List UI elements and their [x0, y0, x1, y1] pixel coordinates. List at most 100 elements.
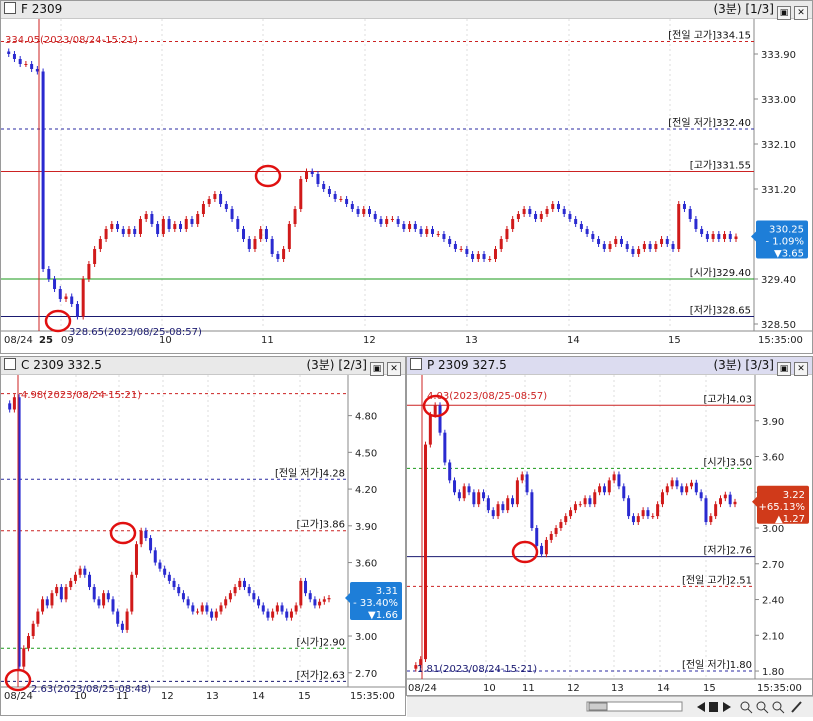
top-chart[interactable]: 333.90333.00332.10331.20330.30329.40328.… [1, 19, 812, 353]
checkbox-icon[interactable] [4, 358, 16, 370]
call-y-tick-label: 4.20 [355, 485, 377, 496]
top-highlight-circle [44, 309, 72, 333]
call-candle [8, 403, 12, 410]
call-candle [55, 587, 59, 594]
put-period: (3분) [713, 358, 742, 372]
put-candle [501, 504, 505, 511]
close-icon[interactable]: ✕ [387, 362, 401, 376]
put-ref-label: [저가]2.76 [704, 545, 752, 557]
top-candle [138, 219, 142, 234]
call-candle [50, 593, 54, 606]
top-candle [310, 171, 314, 174]
top-candle [156, 224, 160, 234]
top-candle [144, 214, 148, 219]
put-candle [467, 486, 471, 493]
call-candle [238, 580, 242, 588]
zoom-in-icon[interactable] [740, 701, 753, 714]
top-candle [333, 194, 337, 199]
top-candle [551, 204, 555, 209]
put-candle [578, 504, 582, 506]
call-y-tick-label: 3.00 [355, 632, 377, 643]
put-badge-text: 3.22 [783, 490, 805, 501]
put-candle [540, 545, 544, 555]
top-y-tick-label: 332.10 [761, 140, 796, 151]
top-candle [345, 199, 349, 204]
top-candle [219, 194, 223, 204]
top-candle [24, 64, 28, 65]
call-candle [280, 605, 284, 612]
top-badge-text: - 1.09% [765, 237, 804, 248]
put-ref-label: [전일 저가]1.80 [682, 659, 752, 671]
put-badge-text: +65.13% [758, 502, 805, 513]
top-candle [213, 194, 217, 199]
close-icon[interactable]: ✕ [794, 6, 808, 20]
put-ref-label: [전일 고가]2.51 [682, 574, 752, 586]
chart-toolbar [407, 696, 813, 717]
call-candle [196, 611, 200, 613]
call-ref-label: [고가]3.86 [297, 519, 345, 531]
top-candle [47, 269, 51, 279]
top-ref-label: [시가]329.40 [690, 267, 751, 279]
call-candle [97, 599, 101, 606]
top-candle [579, 224, 583, 229]
call-candle [285, 611, 289, 618]
top-candle [539, 214, 543, 219]
call-y-tick-label: 2.70 [355, 669, 377, 680]
top-candle [18, 59, 22, 64]
top-candle [12, 54, 16, 59]
top-candle [591, 234, 595, 239]
put-chart[interactable]: 3.903.603.303.002.702.402.101.8008/24101… [407, 375, 812, 695]
scroll-thumb[interactable] [588, 702, 608, 711]
top-candle [711, 234, 715, 239]
checkbox-icon[interactable] [410, 358, 422, 370]
stop-icon[interactable] [709, 702, 718, 712]
put-candle [607, 480, 611, 493]
put-y-tick-label: 1.80 [762, 667, 784, 678]
checkbox-icon[interactable] [4, 2, 16, 14]
top-candle [104, 229, 108, 239]
top-candle [585, 229, 589, 234]
close-icon[interactable]: ✕ [794, 362, 808, 376]
call-candle [64, 587, 68, 600]
put-ref-label: [고가]4.03 [704, 393, 752, 405]
search-icon[interactable] [772, 701, 785, 714]
tool-icon[interactable] [791, 701, 802, 713]
top-candle [133, 229, 137, 234]
top-candle [350, 204, 354, 209]
put-candle [612, 474, 616, 481]
put-candle [477, 492, 481, 505]
scroll-left-icon[interactable] [697, 702, 705, 712]
top-period: (3분) [713, 2, 742, 16]
call-candle [22, 648, 26, 667]
restore-icon[interactable]: ▣ [777, 362, 791, 376]
call-candle [247, 587, 251, 594]
zoom-out-icon[interactable] [756, 701, 769, 714]
top-candle [522, 209, 526, 214]
top-candle [631, 249, 635, 254]
call-candle [36, 611, 40, 624]
top-candle [30, 64, 34, 69]
call-candle [153, 550, 157, 563]
top-candle [568, 214, 572, 219]
call-badge-text: ▼1.66 [368, 610, 398, 621]
put-x-tick-label: 14 [657, 683, 670, 694]
restore-icon[interactable]: ▣ [777, 6, 791, 20]
top-candle [556, 204, 560, 209]
call-candle [144, 530, 148, 539]
top-candle [385, 219, 389, 224]
put-candle [443, 432, 447, 463]
scroll-right-icon[interactable] [723, 702, 731, 712]
call-candle [200, 605, 204, 612]
top-candle [648, 244, 652, 249]
call-candle [318, 601, 322, 606]
call-candle [139, 530, 143, 545]
call-highlight-circle [109, 521, 137, 545]
call-candle [327, 598, 331, 600]
put-y-tick-label: 3.90 [762, 417, 784, 428]
top-candle [207, 199, 211, 204]
top-candle [7, 51, 11, 54]
put-current-price-badge: 3.22+65.13%▲1.27 [752, 485, 809, 525]
restore-icon[interactable]: ▣ [370, 362, 384, 376]
call-chart[interactable]: 4.804.504.203.903.603.303.002.7008/24101… [1, 375, 405, 715]
call-candle [41, 599, 45, 612]
